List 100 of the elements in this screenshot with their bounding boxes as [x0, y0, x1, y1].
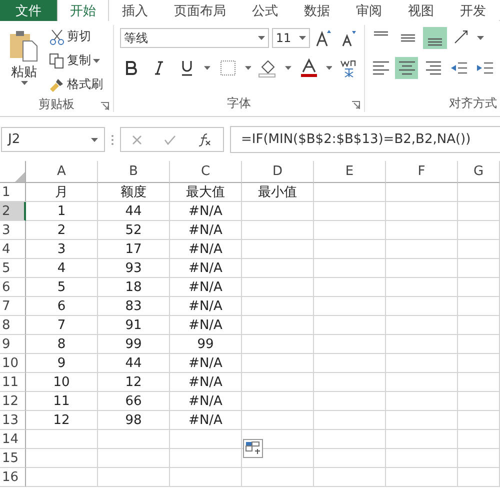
empty-cell: [386, 297, 458, 316]
empty-cell: [98, 430, 170, 449]
brush-icon: [49, 76, 65, 92]
row-header[interactable]: 6: [0, 278, 26, 297]
format-painter-button[interactable]: 格式刷: [48, 75, 104, 94]
function-icon[interactable]: [198, 132, 212, 146]
dialog-launcher-icon[interactable]: [101, 102, 109, 110]
table-cell: 93: [98, 259, 170, 278]
empty-cell: [314, 259, 386, 278]
font-name-field[interactable]: 等线: [120, 28, 269, 48]
group-label: 字体: [227, 94, 251, 112]
table-cell: 98: [98, 411, 170, 430]
empty-cell: [386, 259, 458, 278]
column-header[interactable]: F: [386, 161, 458, 183]
empty-cell: [386, 202, 458, 221]
caret-icon: [91, 138, 98, 142]
row-header[interactable]: 4: [0, 240, 26, 259]
table-cell: #N/A: [170, 240, 242, 259]
empty-cell: [242, 221, 314, 240]
row-header[interactable]: 7: [0, 297, 26, 316]
empty-cell: [170, 430, 242, 449]
font-size-field[interactable]: 11: [272, 28, 310, 48]
row-header[interactable]: 10: [0, 354, 26, 373]
empty-cell: [314, 202, 386, 221]
table-cell: 18: [98, 278, 170, 297]
table-cell: 最小值: [242, 183, 314, 202]
empty-cell: [386, 392, 458, 411]
scissors-icon: [49, 28, 65, 44]
column-header[interactable]: A: [26, 161, 98, 183]
row-header[interactable]: 16: [0, 468, 26, 487]
group-label: 剪贴板: [38, 96, 74, 113]
table-cell: #N/A: [170, 278, 242, 297]
table-cell: #N/A: [170, 297, 242, 316]
empty-cell: [98, 449, 170, 468]
caret-icon: [204, 66, 211, 70]
table-cell: 11: [26, 392, 98, 411]
dialog-launcher-icon[interactable]: [352, 101, 360, 109]
row-header[interactable]: 8: [0, 316, 26, 335]
empty-cell: [314, 221, 386, 240]
empty-cell: [458, 468, 500, 487]
row-header[interactable]: 14: [0, 430, 26, 449]
row-header[interactable]: 15: [0, 449, 26, 468]
name-box[interactable]: J2: [1, 127, 105, 152]
caret-icon: [93, 58, 100, 62]
file-menu-tab[interactable]: 文件: [0, 0, 57, 21]
center-align-icon[interactable]: [395, 57, 418, 79]
table-cell: #N/A: [170, 259, 242, 278]
empty-cell: [386, 411, 458, 430]
empty-cell: [458, 411, 500, 430]
empty-cell: [242, 411, 314, 430]
table-cell: 91: [98, 316, 170, 335]
empty-cell: [314, 430, 386, 449]
row-header[interactable]: 12: [0, 392, 26, 411]
ribbon-tab[interactable]: 开始: [57, 0, 109, 21]
table-cell: 9: [26, 354, 98, 373]
empty-cell: [386, 221, 458, 240]
empty-cell: [314, 411, 386, 430]
empty-cell: [314, 392, 386, 411]
empty-cell: [242, 335, 314, 354]
caret-icon: [326, 66, 332, 70]
row-header[interactable]: 5: [0, 259, 26, 278]
empty-cell: [386, 449, 458, 468]
paste-options-icon[interactable]: [243, 439, 263, 458]
check-icon[interactable]: [164, 134, 176, 144]
table-cell: 1: [26, 202, 98, 221]
column-header[interactable]: D: [242, 161, 314, 183]
table-cell: 额度: [98, 183, 170, 202]
row-header[interactable]: 13: [0, 411, 26, 430]
column-header[interactable]: G: [458, 161, 500, 183]
table-cell: 2: [26, 221, 98, 240]
empty-cell: [386, 430, 458, 449]
empty-cell: [458, 240, 500, 259]
table-cell: #N/A: [170, 392, 242, 411]
empty-cell: [242, 202, 314, 221]
row-header[interactable]: 9: [0, 335, 26, 354]
bottom-align-icon[interactable]: [423, 27, 447, 49]
paste-button[interactable]: 粘贴: [4, 27, 44, 94]
caret-icon: [20, 81, 28, 85]
table-cell: 12: [98, 373, 170, 392]
empty-cell: [386, 373, 458, 392]
row-header[interactable]: 2: [0, 202, 26, 221]
column-header[interactable]: C: [170, 161, 242, 183]
caret-icon: [285, 66, 292, 70]
copy-button[interactable]: 复制: [48, 51, 104, 70]
table-cell: 44: [98, 354, 170, 373]
empty-cell: [314, 468, 386, 487]
empty-cell: [314, 335, 386, 354]
row-header[interactable]: 3: [0, 221, 26, 240]
column-header[interactable]: E: [314, 161, 386, 183]
row-header[interactable]: 11: [0, 373, 26, 392]
table-cell: #N/A: [170, 354, 242, 373]
caret-icon: [258, 36, 265, 40]
row-header[interactable]: 1: [0, 183, 26, 202]
table-cell: 最大值: [170, 183, 242, 202]
formula-field[interactable]: =IF(MIN($B$2:$B$13)=B2,B2,NA()): [230, 126, 500, 153]
table-cell: #N/A: [170, 373, 242, 392]
empty-cell: [314, 278, 386, 297]
table-cell: 12: [26, 411, 98, 430]
cut-button[interactable]: 剪切: [48, 27, 104, 46]
column-header[interactable]: B: [98, 161, 170, 183]
